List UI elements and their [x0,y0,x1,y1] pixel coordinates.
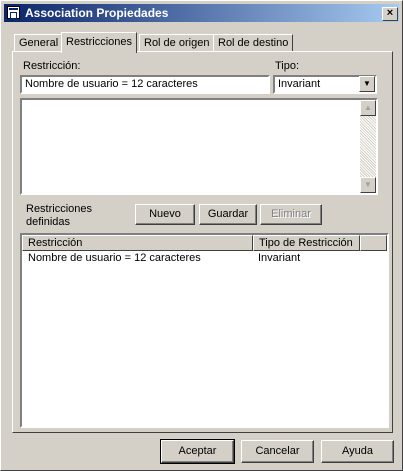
accept-button[interactable]: Aceptar [160,439,235,464]
scroll-down-icon[interactable]: ▼ [360,177,376,193]
defined-label-line1: Restricciones [26,203,93,215]
delete-button[interactable]: Eliminar [260,204,322,225]
tab-rol-origen[interactable]: Rol de origen [139,34,215,51]
column-header-restriction[interactable]: Restricción [22,235,253,251]
tab-rol-destino[interactable]: Rol de destino [213,34,294,51]
title-bar: Association Propiedades × [4,4,399,22]
row-type-cell: Invariant [258,252,301,264]
window-icon [7,6,20,19]
save-button[interactable]: Guardar [199,204,257,225]
close-button[interactable]: × [382,7,398,21]
scroll-up-icon[interactable]: ▲ [360,100,376,116]
tab-restricciones[interactable]: Restricciones [61,32,138,53]
chevron-down-icon[interactable]: ▼ [359,76,375,92]
defined-label-line2: definidas [26,216,71,228]
type-select-value: Invariant [278,78,321,90]
defined-restrictions-label: Restricciones definidas [26,203,92,229]
column-header-empty [360,235,387,251]
row-restriction-cell: Nombre de usuario = 12 caracteres [28,252,201,264]
restriction-input[interactable]: Nombre de usuario = 12 caracteres [20,75,270,94]
dialog-window: Association Propiedades × General Restri… [0,0,403,471]
tab-general[interactable]: General [14,34,64,51]
column-header-type[interactable]: Tipo de Restricción [253,235,360,251]
type-label: Tipo: [275,60,300,72]
restriction-label: Restricción: [23,60,81,72]
vertical-scrollbar[interactable]: ▲ ▼ [360,100,376,193]
restriction-text-area[interactable]: ▲ ▼ [20,98,378,195]
restrictions-list[interactable]: Restricción Tipo de Restricción Nombre d… [20,233,389,428]
new-button[interactable]: Nuevo [135,204,195,225]
help-button[interactable]: Ayuda [321,440,394,463]
cancel-button[interactable]: Cancelar [241,440,314,463]
window-title: Association Propiedades [25,6,169,20]
